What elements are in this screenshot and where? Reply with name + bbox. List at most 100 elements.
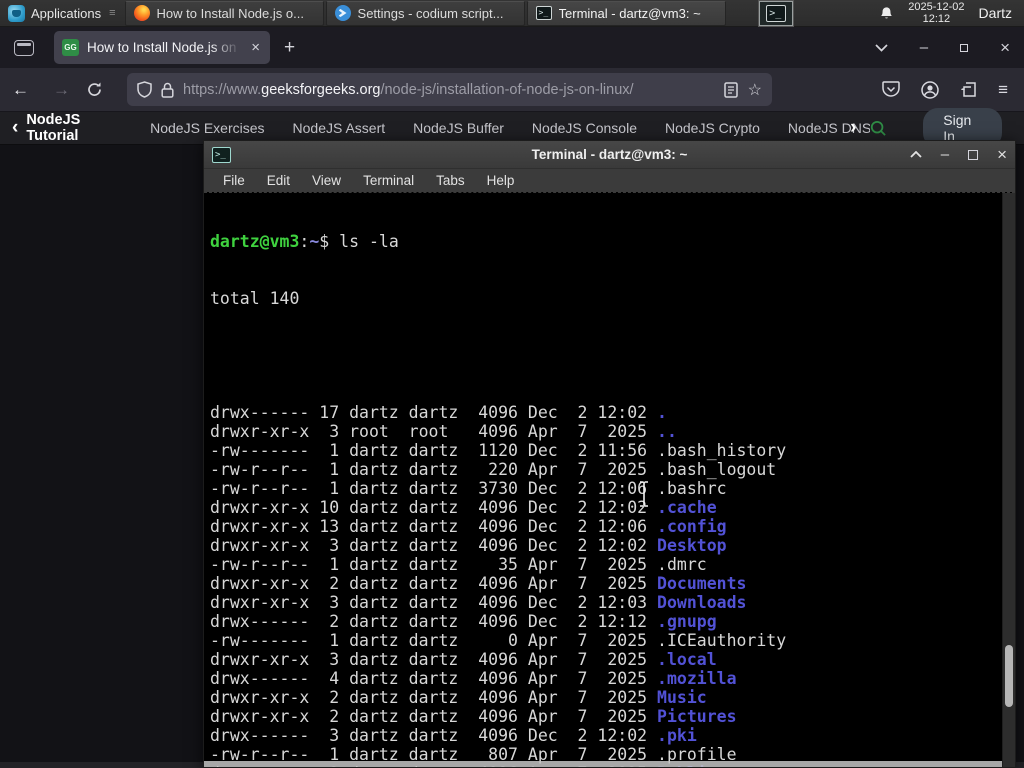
site-nav-item[interactable]: NodeJS Assert <box>293 120 386 136</box>
bookmark-star-icon[interactable]: ☆ <box>748 80 762 100</box>
tab-title: How to Install Node.js on <box>87 40 237 55</box>
browser-navigation-toolbar: ← → https://www.geeksforgeeks.org/node-j… <box>0 68 1024 112</box>
terminal-window: >_ Terminal - dartz@vm3: ~ – × File Edit V… <box>203 140 1016 768</box>
user-menu[interactable]: Dartz <box>979 5 1016 21</box>
applications-label: Applications <box>31 5 102 21</box>
pocket-icon[interactable] <box>882 81 900 98</box>
browser-tab-bar: GG How to Install Node.js on × + – × <box>0 27 1024 68</box>
terminal-output-line: drwxr-xr-x 3 dartz dartz 4096 Dec 2 12:0… <box>210 536 727 555</box>
terminal-menu-item[interactable]: Terminal <box>352 173 425 188</box>
terminal-menu-item[interactable]: File <box>212 173 256 188</box>
lock-icon[interactable] <box>161 82 174 98</box>
terminal-output-line: drwx------ 3 dartz dartz 4096 Dec 2 12:0… <box>210 726 697 745</box>
url-text: https://www.geeksforgeeks.org/node-js/in… <box>183 81 634 98</box>
reload-button[interactable] <box>86 81 103 98</box>
terminal-scrollbar[interactable] <box>1002 193 1015 767</box>
terminal-bottom-edge <box>204 761 1015 767</box>
tracking-shield-icon[interactable] <box>137 81 152 98</box>
terminal-output-line: drwxr-xr-x 3 root root 4096 Apr 7 2025 .… <box>210 422 677 441</box>
nav-scroll-right-icon[interactable]: › <box>850 117 856 139</box>
site-nav-items: NodeJS Exercises NodeJS Assert NodeJS Buff… <box>150 120 870 136</box>
terminal-icon: >_ <box>535 6 552 20</box>
terminal-listing: drwx------ 17 dartz dartz 4096 Dec 2 12:… <box>210 346 1015 767</box>
window-close-button[interactable]: × <box>1000 39 1010 56</box>
terminal-output-line: drwx------ 17 dartz dartz 4096 Dec 2 12:… <box>210 403 667 422</box>
terminal-output-line: -rw-r--r-- 1 dartz dartz 220 Apr 7 2025 … <box>210 460 777 479</box>
terminal-command: ls -la <box>339 232 399 251</box>
back-button[interactable]: ← <box>0 80 41 100</box>
terminal-icon: >_ <box>766 4 787 22</box>
terminal-menu-item[interactable]: Edit <box>256 173 301 188</box>
clock-time: 12:12 <box>922 13 951 25</box>
terminal-output-line: drwxr-xr-x 13 dartz dartz 4096 Dec 2 12:… <box>210 517 727 536</box>
site-nav-item[interactable]: NodeJS Buffer <box>413 120 504 136</box>
terminal-output-line: drwxr-xr-x 10 dartz dartz 4096 Dec 2 12:… <box>210 498 717 517</box>
terminal-output-line: drwxr-xr-x 2 dartz dartz 4096 Apr 7 2025… <box>210 707 737 726</box>
terminal-menu-item[interactable]: Tabs <box>425 173 476 188</box>
terminal-window-title: Terminal - dartz@vm3: ~ <box>531 147 688 162</box>
terminal-output-line: drwxr-xr-x 2 dartz dartz 4096 Apr 7 2025… <box>210 574 747 593</box>
distro-logo-icon <box>8 4 25 22</box>
terminal-minimize-button[interactable]: – <box>941 146 949 163</box>
window-restore-button[interactable] <box>960 43 969 52</box>
nav-scroll-left-icon[interactable]: ‹ <box>0 117 26 139</box>
browser-tab-active[interactable]: GG How to Install Node.js on × <box>54 31 270 64</box>
terminal-output-line: drwxr-xr-x 3 dartz dartz 4096 Dec 2 12:0… <box>210 593 747 612</box>
site-nav-active-item[interactable]: NodeJS Tutorial <box>26 112 124 144</box>
extensions-icon[interactable] <box>960 81 977 98</box>
terminal-title-bar[interactable]: >_ Terminal - dartz@vm3: ~ – × <box>204 141 1015 168</box>
forward-button[interactable]: → <box>41 80 82 100</box>
terminal-output-line: drwx------ 2 dartz dartz 4096 Dec 2 12:1… <box>210 612 717 631</box>
applications-menu-button[interactable]: Applications ≡ <box>0 0 123 27</box>
tray-terminal-icon[interactable]: >_ <box>758 0 795 27</box>
menu-hamburger-icon[interactable]: ≡ <box>998 80 1008 100</box>
terminal-total-line: total 140 <box>210 289 300 308</box>
geeksforgeeks-favicon: GG <box>62 39 79 56</box>
terminal-menu-item[interactable]: Help <box>476 173 526 188</box>
terminal-output-line: drwxr-xr-x 3 dartz dartz 4096 Apr 7 2025… <box>210 650 717 669</box>
terminal-prompt-line: dartz@vm3:~$ ls -la <box>210 232 399 251</box>
taskbar-button-codium[interactable]: Settings - codium script... <box>325 0 525 26</box>
codium-icon <box>334 5 351 21</box>
taskbar-label: Terminal - dartz@vm3: ~ <box>558 5 701 21</box>
site-nav-item[interactable]: NodeJS Exercises <box>150 120 264 136</box>
firefox-view-icon[interactable] <box>14 39 34 56</box>
search-icon[interactable] <box>870 119 887 138</box>
terminal-output-line: -rw------- 1 dartz dartz 1120 Dec 2 11:5… <box>210 441 787 460</box>
url-bar[interactable]: https://www.geeksforgeeks.org/node-js/in… <box>127 73 772 106</box>
top-panel: Applications ≡ How to Install Node.js o.… <box>0 0 1024 27</box>
new-tab-button[interactable]: + <box>284 37 295 59</box>
account-icon[interactable] <box>921 80 939 99</box>
terminal-output-line: -rw-r--r-- 1 dartz dartz 35 Apr 7 2025 .… <box>210 555 707 574</box>
site-nav-item[interactable]: NodeJS DNS <box>788 120 870 136</box>
terminal-output-line: drwx------ 4 dartz dartz 4096 Apr 7 2025… <box>210 669 737 688</box>
terminal-menu-item[interactable]: View <box>301 173 352 188</box>
site-nav-item[interactable]: NodeJS Crypto <box>665 120 760 136</box>
taskbar-label: Settings - codium script... <box>357 5 504 21</box>
window-minimize-button[interactable]: – <box>920 39 928 56</box>
terminal-close-button[interactable]: × <box>997 146 1007 163</box>
terminal-maximize-button[interactable] <box>968 149 979 160</box>
terminal-output-line: drwxr-xr-x 2 dartz dartz 4096 Apr 7 2025… <box>210 688 707 707</box>
desktop: Applications ≡ How to Install Node.js o.… <box>0 0 1024 768</box>
terminal-output-line: -rw------- 1 dartz dartz 0 Apr 7 2025 .I… <box>210 631 787 650</box>
terminal-icon: >_ <box>212 146 231 163</box>
firefox-icon <box>133 5 150 21</box>
text-cursor-pointer <box>640 481 648 507</box>
panel-right: 2025-12-02 12:12 Dartz <box>879 1 1024 25</box>
terminal-menu-bar: File Edit View Terminal Tabs Help <box>204 168 1015 192</box>
site-nav-item[interactable]: NodeJS Console <box>532 120 637 136</box>
taskbar-button-firefox[interactable]: How to Install Node.js o... <box>124 0 324 26</box>
clock-date: 2025-12-02 <box>908 1 965 13</box>
clock[interactable]: 2025-12-02 12:12 <box>908 1 964 25</box>
list-all-tabs-icon[interactable] <box>875 43 888 52</box>
terminal-output[interactable]: dartz@vm3:~$ ls -la total 140 drwx------… <box>204 192 1015 767</box>
taskbar-label: How to Install Node.js o... <box>156 5 304 21</box>
reader-mode-icon[interactable] <box>723 81 738 98</box>
tab-close-icon[interactable]: × <box>249 39 262 56</box>
terminal-scrollbar-thumb[interactable] <box>1005 645 1013 707</box>
terminal-shade-button[interactable] <box>910 151 922 158</box>
taskbar-button-terminal[interactable]: >_ Terminal - dartz@vm3: ~ <box>526 0 726 26</box>
notification-bell-icon[interactable] <box>879 6 894 21</box>
terminal-output-line: -rw-r--r-- 1 dartz dartz 3730 Dec 2 12:0… <box>210 479 727 498</box>
